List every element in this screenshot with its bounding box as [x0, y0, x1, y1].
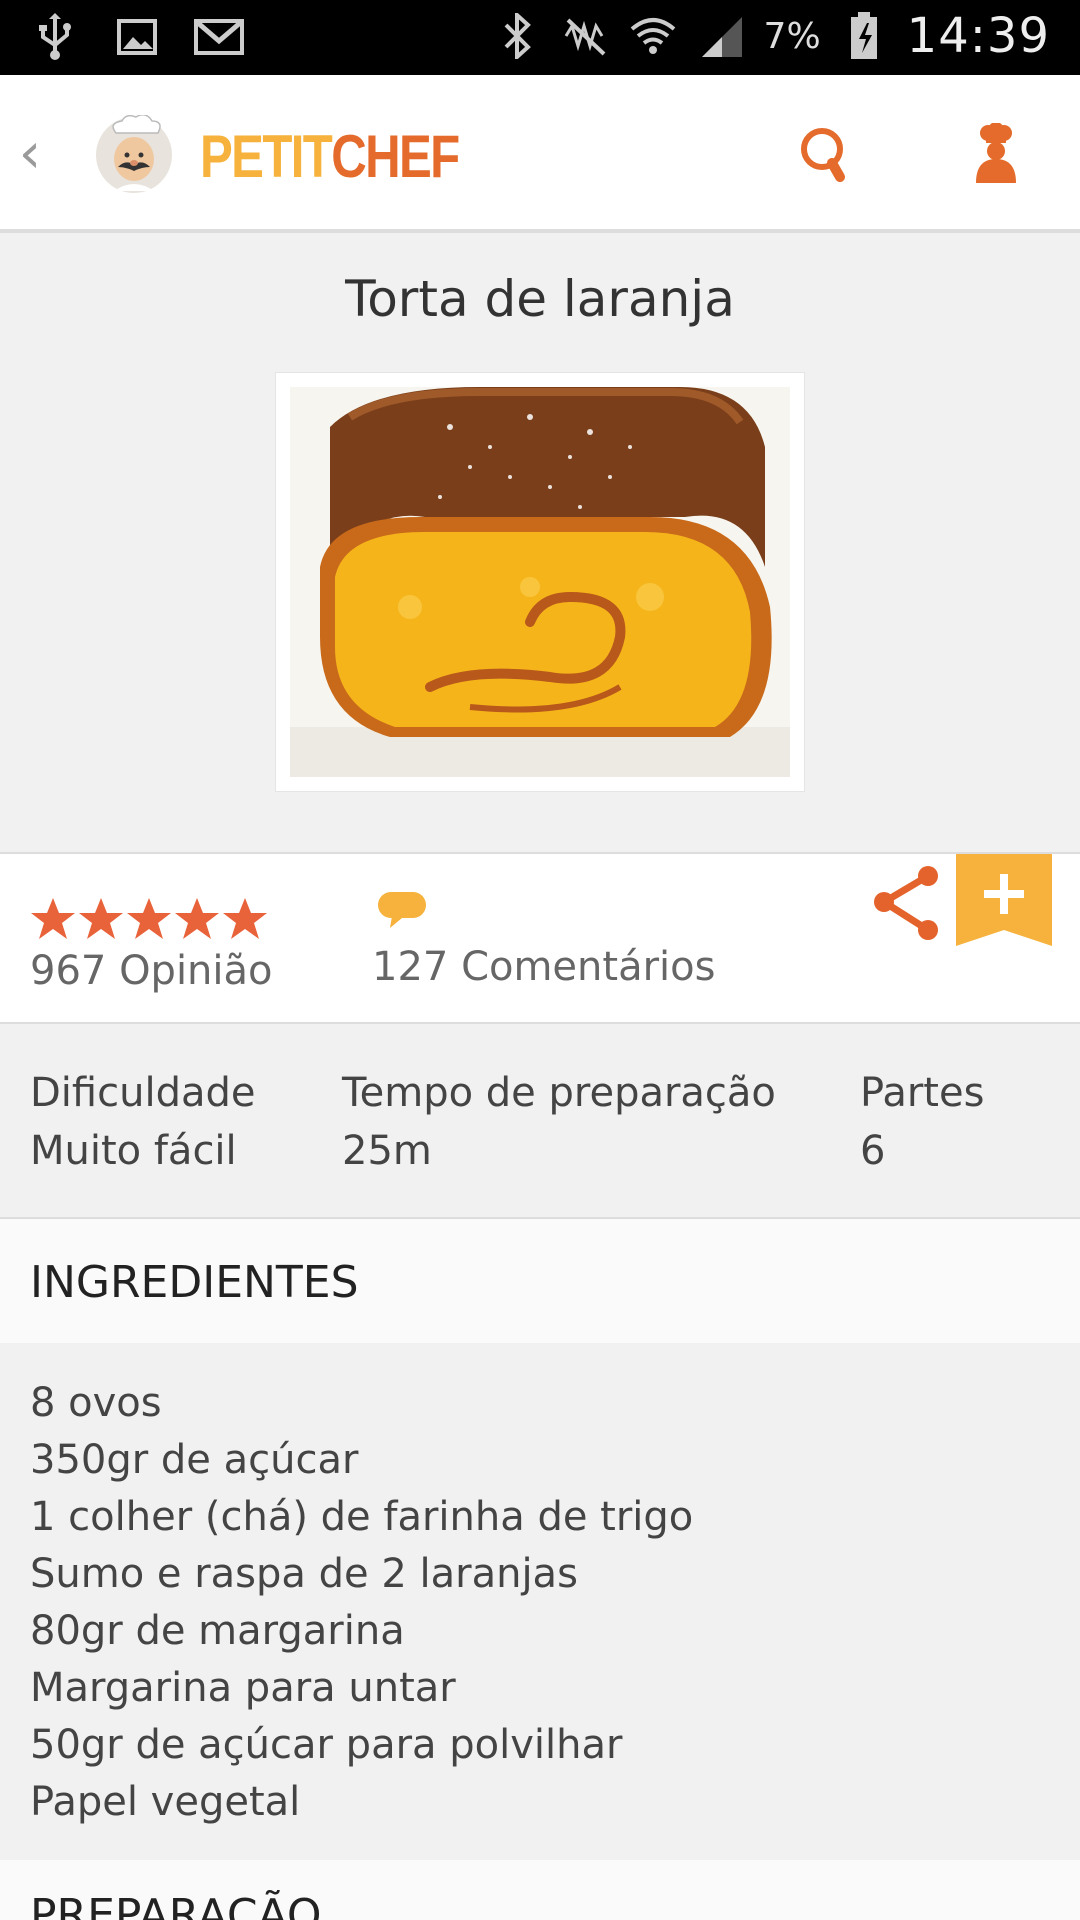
clock: 14:39 [906, 8, 1050, 64]
difficulty-label: Dificuldade [30, 1070, 256, 1116]
parts-value: 6 [860, 1128, 886, 1174]
parts-block: Partes 6 [860, 1064, 984, 1180]
preparation-header: PREPARAÇÃO [0, 1860, 1080, 1920]
back-button[interactable]: ‹ [10, 119, 50, 189]
share-icon [874, 866, 938, 940]
prep-time-label: Tempo de preparação [342, 1070, 776, 1116]
status-bar: 7% 14:39 [0, 0, 1080, 75]
battery-icon [839, 11, 889, 61]
add-to-favorites-button[interactable] [956, 854, 1052, 946]
search-icon [801, 128, 845, 182]
search-button[interactable] [796, 125, 856, 185]
signal-icon [696, 11, 746, 61]
chef-profile-icon [976, 122, 1016, 183]
ingredients-list: 8 ovos 350gr de açúcar 1 colher (chá) de f… [0, 1343, 1080, 1860]
comment-icon[interactable] [376, 890, 428, 930]
profile-button[interactable] [966, 122, 1026, 185]
ingredient-item: Papel vegetal [30, 1779, 301, 1825]
mute-icon [560, 11, 610, 61]
ingredient-item: Sumo e raspa de 2 laranjas [30, 1551, 578, 1597]
ingredient-item: 80gr de margarina [30, 1608, 405, 1654]
brand-wordmark[interactable]: PETITCHEF [200, 127, 460, 187]
difficulty-value: Muito fácil [30, 1128, 237, 1174]
ingredient-item: 1 colher (chá) de farinha de trigo [30, 1494, 694, 1540]
rating-stars[interactable] [30, 896, 268, 942]
comments-count[interactable]: 127 Comentários [372, 944, 715, 990]
recipe-title: Torta de laranja [345, 270, 735, 328]
recipe-photo-frame[interactable] [275, 372, 805, 792]
image-icon [112, 12, 162, 62]
recipe-stats-bar: 967 Opinião 127 Comentários [0, 852, 1080, 1024]
usb-icon [30, 12, 80, 62]
star-icon [223, 898, 267, 939]
brand-part-petit: PETIT [200, 123, 333, 190]
bookmark-plus-icon [956, 854, 1052, 946]
recipe-photo [290, 387, 790, 777]
chef-logo[interactable] [94, 114, 174, 195]
opinions-count[interactable]: 967 Opinião [30, 948, 273, 994]
preparation-title: PREPARAÇÃO [30, 1890, 322, 1920]
app-bar: ‹ PETITCHEF [0, 75, 1080, 233]
parts-label: Partes [860, 1070, 985, 1116]
wifi-icon [628, 11, 678, 61]
share-button[interactable] [870, 862, 942, 942]
battery-percent: 7% [763, 15, 821, 57]
ingredient-item: 50gr de açúcar para polvilhar [30, 1722, 623, 1768]
brand-part-chef: CHEF [331, 123, 460, 190]
difficulty-block: Dificuldade Muito fácil [30, 1064, 255, 1180]
prep-time-value: 25m [342, 1128, 432, 1174]
gmail-icon [194, 12, 244, 62]
ingredients-title: INGREDIENTES [30, 1257, 359, 1308]
ingredient-item: 8 ovos [30, 1380, 162, 1426]
star-icon [127, 898, 171, 939]
ingredient-item: 350gr de açúcar [30, 1437, 359, 1483]
prep-time-block: Tempo de preparação 25m [342, 1064, 776, 1180]
ingredient-item: Margarina para untar [30, 1665, 456, 1711]
star-icon [79, 898, 123, 939]
star-icon [175, 898, 219, 939]
recipe-info-row: Dificuldade Muito fácil Tempo de prepara… [0, 1024, 1080, 1219]
star-icon [31, 898, 75, 939]
bluetooth-icon [492, 11, 542, 61]
ingredients-header: INGREDIENTES [0, 1219, 1080, 1343]
